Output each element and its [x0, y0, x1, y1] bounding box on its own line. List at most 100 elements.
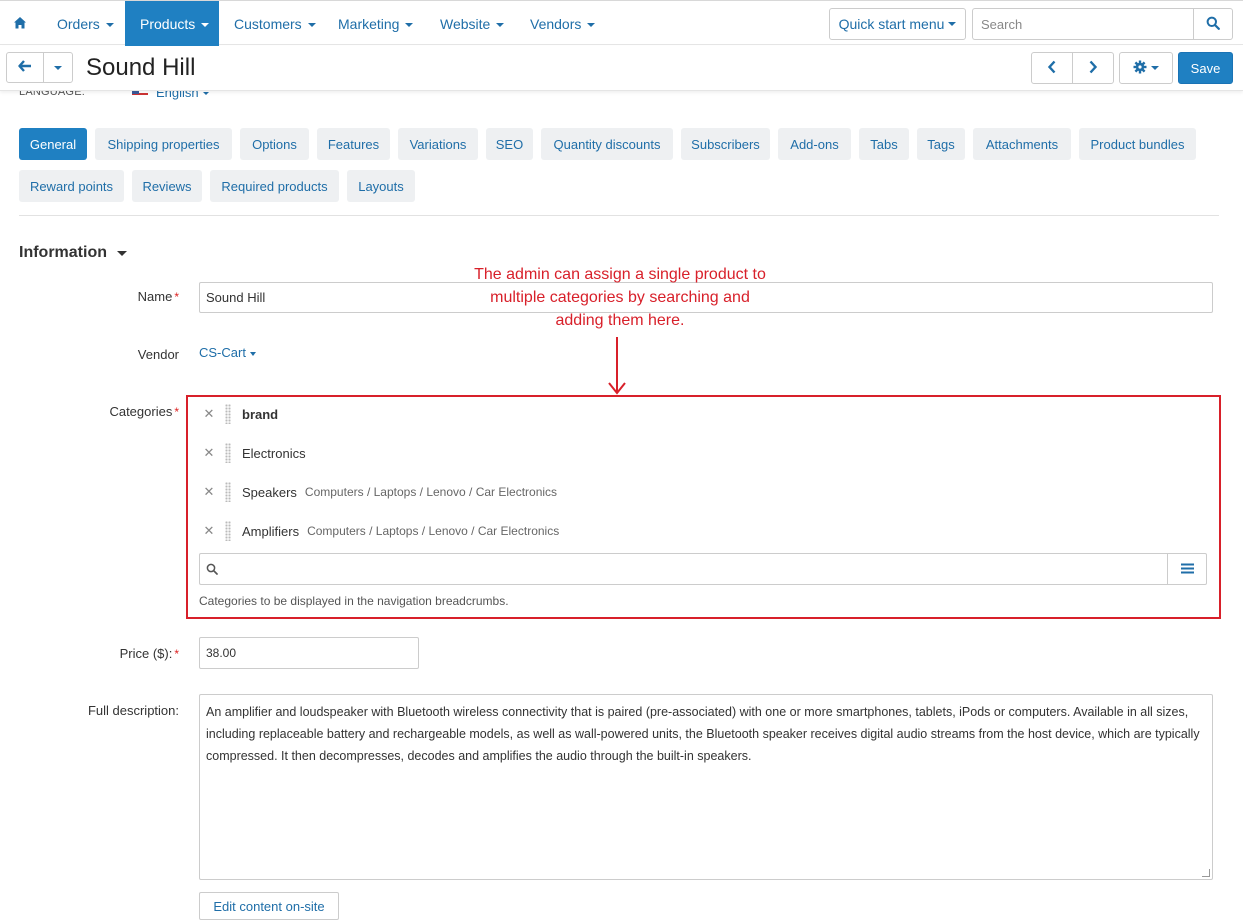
chevron-down-icon: [54, 65, 62, 70]
chevron-down-icon: [201, 22, 210, 27]
category-path: Computers / Laptops / Lenovo / Car Elect…: [307, 524, 560, 538]
vendor-selector[interactable]: CS-Cart: [199, 345, 256, 360]
category-name: brand: [242, 406, 279, 422]
categories-label-text: Categories: [109, 404, 173, 419]
edit-content-onsite-button[interactable]: Edit content on-site: [199, 892, 339, 920]
home-icon[interactable]: [13, 16, 27, 30]
back-button[interactable]: [6, 52, 44, 83]
tabs-divider: [19, 215, 1219, 216]
section-title: Information: [19, 244, 107, 261]
tab-general[interactable]: General: [19, 128, 87, 160]
category-item: ✕ Speakers Computers / Laptops / Lenovo …: [199, 480, 557, 504]
drag-handle-icon[interactable]: [225, 404, 231, 424]
search-button[interactable]: [1193, 8, 1233, 40]
category-item: ✕ Electronics: [199, 441, 306, 465]
quick-start-menu-button[interactable]: Quick start menu: [829, 8, 966, 40]
category-path: Computers / Laptops / Lenovo / Car Elect…: [304, 485, 558, 499]
arrow-left-icon: [18, 60, 32, 75]
chevron-down-icon: [249, 351, 256, 356]
category-item: ✕ Amplifiers Computers / Laptops / Lenov…: [199, 519, 559, 543]
chevron-down-icon: [1151, 66, 1159, 70]
tab-product-bundles[interactable]: Product bundles: [1079, 128, 1196, 160]
nav-orders[interactable]: Orders: [42, 1, 129, 46]
tab-variations[interactable]: Variations: [398, 128, 478, 160]
required-marker: *: [174, 647, 179, 661]
chevron-left-icon: [1047, 60, 1057, 77]
nav-marketing[interactable]: Marketing: [323, 1, 428, 46]
chevron-down-icon: [307, 22, 316, 27]
nav-website-label: Website: [440, 15, 491, 32]
section-information-toggle[interactable]: Information: [19, 244, 127, 262]
required-marker: *: [174, 290, 179, 304]
category-name: Amplifiers: [242, 523, 300, 539]
full-description-editor[interactable]: An amplifier and loudspeaker with Blueto…: [199, 694, 1213, 880]
tab-required-products[interactable]: Required products: [210, 170, 339, 202]
drag-handle-icon[interactable]: [225, 521, 231, 541]
tab-tabs[interactable]: Tabs: [859, 128, 909, 160]
nav-vendors-label: Vendors: [530, 15, 582, 32]
chevron-right-icon: [1088, 60, 1098, 77]
list-icon: [1180, 562, 1194, 577]
chevron-down-icon: [587, 22, 596, 27]
tab-subscribers[interactable]: Subscribers: [681, 128, 770, 160]
tab-attachments[interactable]: Attachments: [973, 128, 1071, 160]
annotation-highlight-box: [186, 395, 1221, 619]
vendor-value: CS-Cart: [199, 345, 246, 360]
search-input[interactable]: [972, 8, 1193, 40]
remove-icon[interactable]: ✕: [199, 523, 219, 539]
page-title: Sound Hill: [86, 54, 196, 81]
name-label-text: Name: [137, 289, 173, 304]
tab-layouts[interactable]: Layouts: [347, 170, 415, 202]
quick-start-label: Quick start menu: [838, 16, 945, 32]
remove-icon[interactable]: ✕: [199, 445, 219, 461]
next-product-button[interactable]: [1072, 52, 1114, 84]
search-icon: [200, 554, 224, 584]
tab-reviews[interactable]: Reviews: [132, 170, 202, 202]
annotation-text: The admin can assign a single product to…: [474, 266, 766, 329]
price-input[interactable]: [199, 637, 419, 669]
arrow-down-icon: [606, 336, 628, 396]
categories-help-text: Categories to be displayed in the naviga…: [199, 594, 509, 608]
drag-handle-icon[interactable]: [225, 482, 231, 502]
tab-add-ons[interactable]: Add-ons: [778, 128, 851, 160]
chevron-down-icon: [117, 250, 127, 256]
settings-dropdown-button[interactable]: [1119, 52, 1173, 84]
description-label: Full description:: [87, 703, 179, 718]
required-marker: *: [174, 405, 179, 419]
tab-seo[interactable]: SEO: [486, 128, 533, 160]
chevron-down-icon: [405, 22, 414, 27]
category-name: Speakers: [242, 484, 297, 500]
remove-icon[interactable]: ✕: [199, 484, 219, 500]
nav-customers[interactable]: Customers: [219, 1, 331, 46]
tab-features[interactable]: Features: [317, 128, 390, 160]
search-icon: [1206, 16, 1220, 33]
back-dropdown-button[interactable]: [43, 52, 73, 83]
name-label: Name *: [138, 289, 179, 304]
nav-website[interactable]: Website: [425, 1, 519, 46]
resize-handle-icon[interactable]: [1202, 869, 1210, 877]
page-header: Sound Hill Save: [0, 46, 1243, 91]
category-picker-button[interactable]: [1167, 553, 1207, 585]
save-button[interactable]: Save: [1178, 52, 1233, 84]
category-name: Electronics: [242, 445, 306, 461]
tab-tags[interactable]: Tags: [917, 128, 965, 160]
category-search-input[interactable]: [199, 553, 1168, 585]
chevron-down-icon: [105, 22, 114, 27]
top-navigation: Orders Products Customers Marketing Webs…: [0, 0, 1243, 46]
tab-quantity-discounts[interactable]: Quantity discounts: [541, 128, 673, 160]
category-item: ✕ brand: [199, 402, 278, 426]
tab-reward-points[interactable]: Reward points: [19, 170, 124, 202]
tab-shipping-properties[interactable]: Shipping properties: [95, 128, 232, 160]
price-label-text: Price ($):: [119, 646, 173, 661]
nav-vendors[interactable]: Vendors: [515, 1, 610, 46]
nav-customers-label: Customers: [234, 15, 302, 32]
remove-icon[interactable]: ✕: [199, 406, 219, 422]
description-text: An amplifier and loudspeaker with Blueto…: [206, 705, 1200, 763]
nav-marketing-label: Marketing: [338, 15, 400, 32]
tab-options[interactable]: Options: [240, 128, 309, 160]
chevron-down-icon: [496, 22, 505, 27]
nav-products[interactable]: Products: [125, 1, 219, 46]
chevron-down-icon: [948, 22, 957, 26]
drag-handle-icon[interactable]: [225, 443, 231, 463]
previous-product-button[interactable]: [1031, 52, 1073, 84]
